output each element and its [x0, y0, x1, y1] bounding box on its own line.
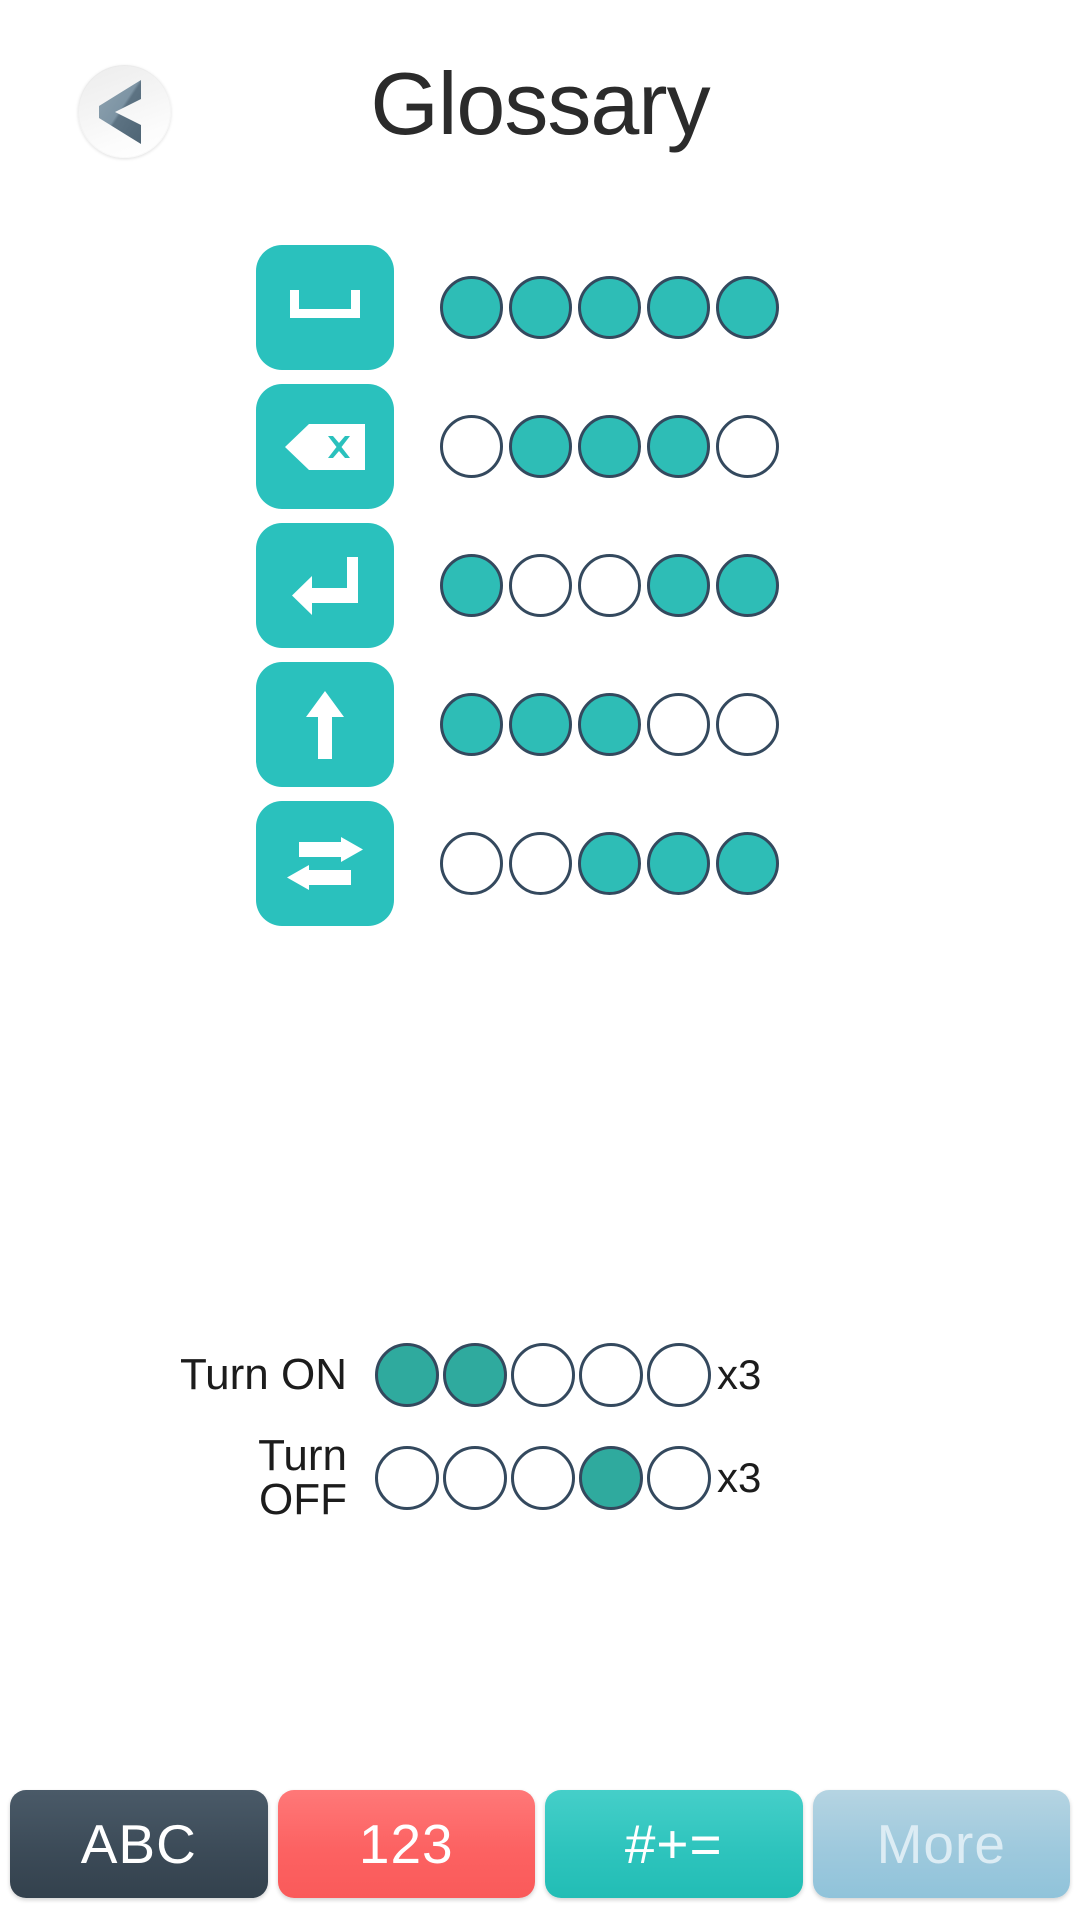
pattern-dot: [716, 276, 779, 339]
glossary-row-space: [0, 238, 1080, 377]
pattern-dot: [647, 832, 710, 895]
pattern-dot: [509, 415, 572, 478]
page-title: Glossary: [370, 54, 710, 153]
legend-dot: [375, 1445, 439, 1510]
pattern-dot: [716, 554, 779, 617]
key-tile-backspace[interactable]: [256, 384, 394, 509]
legend-label-turn-on: Turn ON: [179, 1349, 347, 1399]
pattern-dot: [440, 415, 503, 478]
pattern-dot: [647, 415, 710, 478]
pattern-dot: [578, 276, 641, 339]
pattern-tab: [440, 832, 785, 895]
pattern-dot: [440, 276, 503, 339]
mode-button-numbers[interactable]: 123: [277, 1790, 535, 1898]
legend-pattern-turn-on: [375, 1342, 715, 1407]
keyboard-mode-bar: ABC 123 #+= More: [0, 1790, 1080, 1920]
glossary-row-backspace: [0, 377, 1080, 516]
pattern-dot: [647, 554, 710, 617]
legend-dot: [579, 1342, 643, 1407]
pattern-dot: [716, 693, 779, 756]
mode-button-more[interactable]: More: [812, 1790, 1070, 1898]
pattern-dot: [509, 693, 572, 756]
pattern-dot: [509, 276, 572, 339]
legend-dot: [511, 1342, 575, 1407]
backspace-icon: [283, 422, 367, 472]
pattern-backspace: [440, 415, 785, 478]
legend-multiplier-turn-off: x3: [717, 1453, 762, 1501]
pattern-dot: [578, 554, 641, 617]
glossary-row-tab: [0, 794, 1080, 933]
glossary-screen: Glossary Turn ON x3 Turn OFF x3 ABC 123 …: [0, 0, 1080, 1920]
pattern-shift: [440, 693, 785, 756]
header: Glossary: [0, 0, 1080, 215]
key-tile-tab[interactable]: [256, 801, 394, 926]
legend-dot: [647, 1445, 711, 1510]
pattern-dot: [578, 693, 641, 756]
pattern-space: [440, 276, 785, 339]
key-tile-shift[interactable]: [256, 662, 394, 787]
legend-section: Turn ON x3 Turn OFF x3: [0, 1323, 1080, 1529]
pattern-dot: [578, 832, 641, 895]
pattern-dot: [716, 415, 779, 478]
legend-row-turn-off: Turn OFF x3: [0, 1426, 1080, 1529]
glossary-row-enter: [0, 516, 1080, 655]
enter-return-icon: [290, 555, 360, 617]
legend-dot: [375, 1342, 439, 1407]
legend-dot: [579, 1445, 643, 1510]
mode-button-abc[interactable]: ABC: [10, 1790, 268, 1898]
mode-button-symbols[interactable]: #+=: [545, 1790, 803, 1898]
legend-dot: [443, 1342, 507, 1407]
pattern-dot: [509, 554, 572, 617]
key-tile-enter[interactable]: [256, 523, 394, 648]
pattern-dot: [647, 276, 710, 339]
legend-multiplier-turn-on: x3: [717, 1350, 762, 1398]
pattern-dot: [440, 554, 503, 617]
legend-row-turn-on: Turn ON x3: [0, 1323, 1080, 1426]
legend-dot: [443, 1445, 507, 1510]
shift-up-arrow-icon: [304, 689, 346, 761]
pattern-dot: [647, 693, 710, 756]
legend-label-turn-off: Turn OFF: [258, 1430, 347, 1524]
pattern-dot: [440, 693, 503, 756]
legend-dot: [647, 1342, 711, 1407]
tab-arrows-icon: [285, 836, 365, 892]
pattern-dot: [716, 832, 779, 895]
pattern-dot: [509, 832, 572, 895]
glossary-row-shift: [0, 655, 1080, 794]
key-tile-space[interactable]: [256, 245, 394, 370]
spacebar-icon: [288, 288, 362, 328]
pattern-enter: [440, 554, 785, 617]
pattern-dot: [578, 415, 641, 478]
legend-pattern-turn-off: [375, 1445, 715, 1510]
pattern-dot: [440, 832, 503, 895]
glossary-list: [0, 238, 1080, 933]
legend-dot: [511, 1445, 575, 1510]
